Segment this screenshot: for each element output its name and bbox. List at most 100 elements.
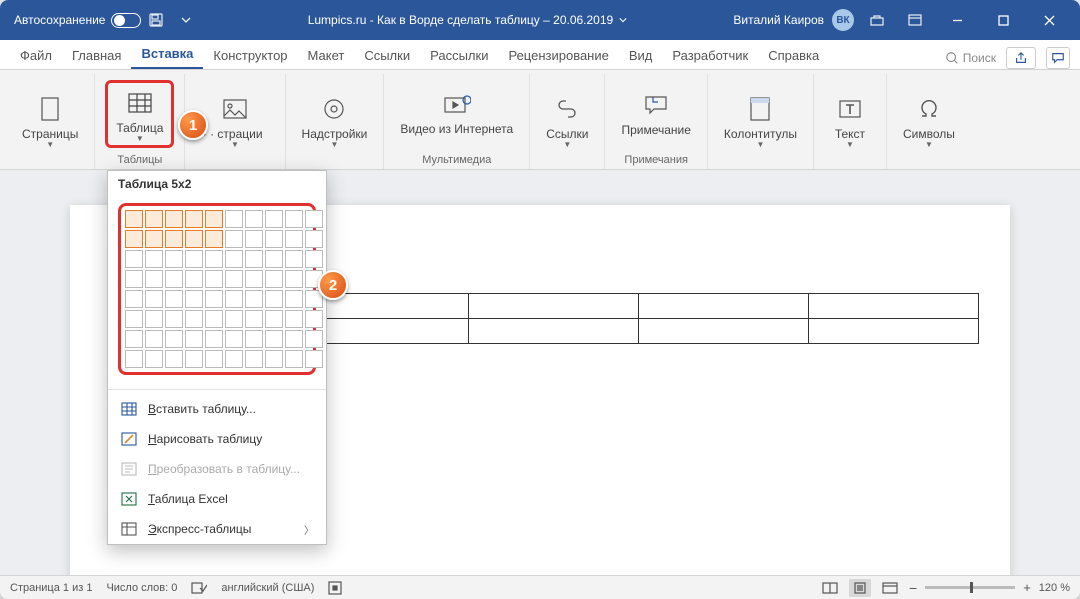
grid-cell[interactable] bbox=[165, 210, 183, 228]
grid-cell[interactable] bbox=[145, 210, 163, 228]
tab-layout[interactable]: Макет bbox=[298, 42, 355, 69]
grid-cell[interactable] bbox=[185, 230, 203, 248]
menu-item-draw-table[interactable]: Нарисовать таблицу bbox=[108, 424, 326, 454]
addins-button[interactable]: Надстройки ▼ bbox=[296, 91, 374, 149]
tab-mailings[interactable]: Рассылки bbox=[420, 42, 498, 69]
grid-cell[interactable] bbox=[165, 310, 183, 328]
online-video-button[interactable]: Видео из Интернета bbox=[394, 87, 519, 141]
table-button[interactable]: Таблица ▼ bbox=[110, 85, 169, 143]
toolbox-icon[interactable] bbox=[866, 9, 888, 31]
tab-design[interactable]: Конструктор bbox=[203, 42, 297, 69]
maximize-button[interactable] bbox=[980, 0, 1026, 40]
grid-cell[interactable] bbox=[305, 350, 323, 368]
grid-cell[interactable] bbox=[205, 250, 223, 268]
grid-cell[interactable] bbox=[225, 270, 243, 288]
grid-cell[interactable] bbox=[245, 210, 263, 228]
grid-cell[interactable] bbox=[205, 270, 223, 288]
spellcheck-icon[interactable] bbox=[191, 581, 207, 595]
grid-cell[interactable] bbox=[125, 230, 143, 248]
links-button[interactable]: Ссылки ▼ bbox=[540, 91, 594, 149]
grid-cell[interactable] bbox=[185, 210, 203, 228]
grid-cell[interactable] bbox=[125, 250, 143, 268]
tab-references[interactable]: Ссылки bbox=[354, 42, 420, 69]
grid-cell[interactable] bbox=[145, 290, 163, 308]
tab-help[interactable]: Справка bbox=[758, 42, 829, 69]
grid-cell[interactable] bbox=[165, 350, 183, 368]
minimize-button[interactable] bbox=[934, 0, 980, 40]
grid-cell[interactable] bbox=[285, 310, 303, 328]
view-readmode-button[interactable] bbox=[819, 579, 841, 597]
chevron-down-icon[interactable] bbox=[619, 16, 627, 24]
zoom-level[interactable]: 120 % bbox=[1039, 582, 1070, 594]
grid-cell[interactable] bbox=[125, 210, 143, 228]
grid-cell[interactable] bbox=[185, 270, 203, 288]
grid-cell[interactable] bbox=[225, 230, 243, 248]
grid-cell[interactable] bbox=[265, 350, 283, 368]
zoom-in-button[interactable]: + bbox=[1023, 580, 1031, 595]
grid-cell[interactable] bbox=[225, 250, 243, 268]
grid-cell[interactable] bbox=[305, 230, 323, 248]
grid-cell[interactable] bbox=[305, 210, 323, 228]
tab-view[interactable]: Вид bbox=[619, 42, 663, 69]
symbols-button[interactable]: Символы ▼ bbox=[897, 91, 961, 149]
grid-cell[interactable] bbox=[225, 350, 243, 368]
grid-cell[interactable] bbox=[285, 250, 303, 268]
grid-cell[interactable] bbox=[165, 230, 183, 248]
grid-cell[interactable] bbox=[245, 350, 263, 368]
grid-cell[interactable] bbox=[145, 250, 163, 268]
grid-cell[interactable] bbox=[285, 210, 303, 228]
grid-cell[interactable] bbox=[125, 290, 143, 308]
grid-cell[interactable] bbox=[145, 350, 163, 368]
status-words[interactable]: Число слов: 0 bbox=[106, 582, 177, 594]
grid-cell[interactable] bbox=[265, 270, 283, 288]
grid-cell[interactable] bbox=[245, 230, 263, 248]
status-page[interactable]: Страница 1 из 1 bbox=[10, 582, 92, 594]
grid-cell[interactable] bbox=[145, 230, 163, 248]
grid-cell[interactable] bbox=[185, 310, 203, 328]
text-button[interactable]: Текст ▼ bbox=[824, 91, 876, 149]
grid-cell[interactable] bbox=[245, 250, 263, 268]
zoom-out-button[interactable]: − bbox=[909, 580, 917, 596]
macro-record-icon[interactable] bbox=[328, 581, 342, 595]
grid-cell[interactable] bbox=[165, 270, 183, 288]
tab-file[interactable]: Файл bbox=[10, 42, 62, 69]
search-box[interactable]: Поиск bbox=[945, 51, 996, 65]
grid-cell[interactable] bbox=[165, 330, 183, 348]
grid-cell[interactable] bbox=[245, 290, 263, 308]
grid-cell[interactable] bbox=[245, 310, 263, 328]
grid-cell[interactable] bbox=[165, 250, 183, 268]
zoom-slider[interactable] bbox=[925, 586, 1015, 589]
grid-cell[interactable] bbox=[265, 310, 283, 328]
grid-cell[interactable] bbox=[265, 230, 283, 248]
menu-item-quick-tables[interactable]: Экспресс-таблицы〉 bbox=[108, 514, 326, 544]
table-size-grid[interactable] bbox=[125, 210, 309, 368]
grid-cell[interactable] bbox=[125, 270, 143, 288]
grid-cell[interactable] bbox=[185, 350, 203, 368]
grid-cell[interactable] bbox=[205, 290, 223, 308]
grid-cell[interactable] bbox=[225, 210, 243, 228]
grid-cell[interactable] bbox=[285, 290, 303, 308]
grid-cell[interactable] bbox=[305, 330, 323, 348]
autosave-toggle[interactable]: Автосохранение bbox=[14, 13, 141, 28]
menu-item-insert-table[interactable]: Вставить таблицу... bbox=[108, 394, 326, 424]
grid-cell[interactable] bbox=[265, 250, 283, 268]
status-language[interactable]: английский (США) bbox=[221, 582, 314, 594]
grid-cell[interactable] bbox=[185, 290, 203, 308]
tab-insert[interactable]: Вставка bbox=[131, 40, 203, 69]
grid-cell[interactable] bbox=[125, 310, 143, 328]
grid-cell[interactable] bbox=[285, 350, 303, 368]
grid-cell[interactable] bbox=[285, 330, 303, 348]
grid-cell[interactable] bbox=[205, 210, 223, 228]
grid-cell[interactable] bbox=[285, 230, 303, 248]
grid-cell[interactable] bbox=[245, 270, 263, 288]
tab-review[interactable]: Рецензирование bbox=[498, 42, 618, 69]
tab-home[interactable]: Главная bbox=[62, 42, 131, 69]
grid-cell[interactable] bbox=[205, 350, 223, 368]
grid-cell[interactable] bbox=[185, 250, 203, 268]
menu-item-excel-table[interactable]: Таблица Excel bbox=[108, 484, 326, 514]
avatar[interactable]: ВК bbox=[832, 9, 854, 31]
view-printlayout-button[interactable] bbox=[849, 579, 871, 597]
grid-cell[interactable] bbox=[225, 330, 243, 348]
grid-cell[interactable] bbox=[305, 310, 323, 328]
tab-developer[interactable]: Разработчик bbox=[662, 42, 758, 69]
